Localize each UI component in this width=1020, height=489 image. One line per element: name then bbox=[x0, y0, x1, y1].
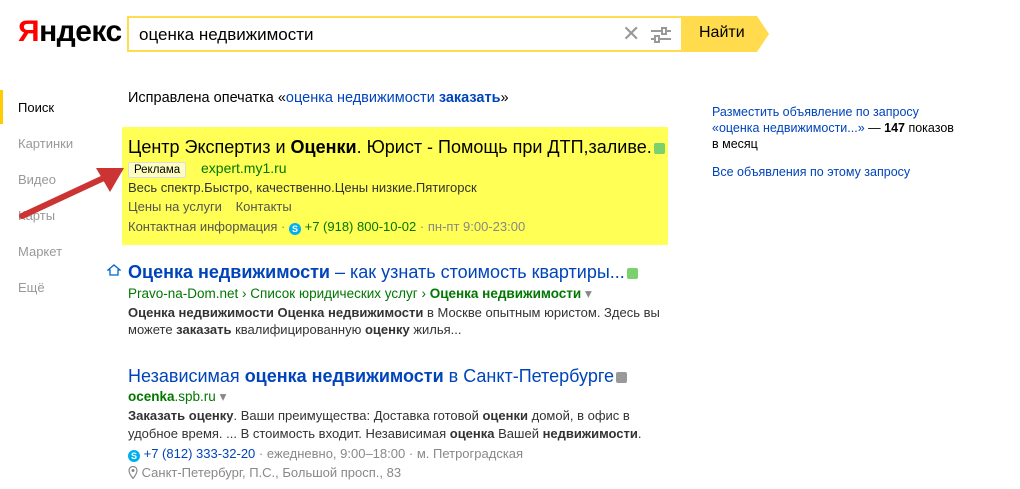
sitelink-prices[interactable]: Цены на услуги bbox=[128, 199, 222, 214]
ad-title-b: Оценки bbox=[290, 137, 357, 157]
ad-title-link[interactable]: Центр Экспертиз и Оценки. Юрист - Помощь… bbox=[128, 137, 665, 158]
separator-dot: · bbox=[281, 219, 286, 234]
result1-domain[interactable]: Pravo-na-Dom.net bbox=[128, 286, 238, 301]
result2-title-link[interactable]: Независимая оценка недвижимости в Санкт-… bbox=[128, 366, 628, 387]
corrected-query-bold: заказать bbox=[438, 90, 501, 106]
result1-title-b: – как узнать стоимость квартиры... bbox=[329, 262, 625, 282]
result2-hours: ежедневно, 9:00–18:00 bbox=[266, 446, 406, 461]
snippet-bold: оценки bbox=[482, 408, 528, 423]
typo-correction: Исправлена опечатка «оценка недвижимости… bbox=[128, 90, 509, 106]
result1-snippet-bold: Оценка недвижимости Оценка недвижимости bbox=[128, 305, 424, 320]
corrected-query-link[interactable]: оценка недвижимости заказать bbox=[286, 90, 501, 106]
result2-title-b: оценка недвижимости bbox=[244, 366, 444, 386]
result2-snippet-line1: Заказать оценку. Ваши преимущества: Дост… bbox=[128, 408, 630, 423]
result1-title-a: Оценка недвижимости bbox=[128, 262, 330, 282]
result2-contacts-row: S +7 (812) 333-32-20 · ежедневно, 9:00–1… bbox=[128, 446, 523, 462]
result2-title-c: в Санкт-Петербурге bbox=[443, 366, 615, 386]
correction-suffix: » bbox=[500, 90, 509, 106]
ad-badge: Реклама bbox=[128, 162, 187, 178]
ad-url[interactable]: expert.my1.ru bbox=[201, 160, 287, 176]
result2-snippet-line2: удобное время. ... В стоимость входит. Н… bbox=[128, 426, 642, 441]
snippet-bold: оценку bbox=[364, 322, 410, 337]
ad-contacts-row: Контактная информация · S +7 (918) 800-1… bbox=[128, 219, 525, 235]
ad-contact-info[interactable]: Контактная информация bbox=[128, 219, 277, 234]
impressions-count: 147 bbox=[884, 121, 905, 135]
result2-domain-bold[interactable]: ocenka bbox=[128, 389, 175, 404]
snippet-text: квалифицированную bbox=[231, 322, 365, 337]
path-separator: › bbox=[238, 286, 251, 301]
result1-snippet-text: в Москве опытным юристом. Здесь вы bbox=[423, 305, 660, 320]
ad-phone[interactable]: +7 (918) 800-10-02 bbox=[305, 219, 417, 234]
favicon-icon bbox=[616, 371, 628, 383]
active-tab-indicator bbox=[0, 90, 3, 124]
separator-dot: · bbox=[258, 446, 264, 461]
place-ad-link[interactable]: Разместить объявление по запросу bbox=[712, 104, 972, 120]
yandex-logo[interactable]: Яндекс bbox=[18, 14, 122, 50]
result2-metro: м. Петроградская bbox=[416, 446, 524, 461]
snippet-text: . Ваши преимущества: Доставка готовой bbox=[233, 408, 483, 423]
sitelink-contacts[interactable]: Контакты bbox=[236, 199, 292, 214]
home-icon bbox=[107, 264, 121, 276]
red-arrow-annotation bbox=[19, 168, 124, 219]
favicon-icon bbox=[653, 142, 665, 154]
ad-sitelinks: Цены на услуги Контакты bbox=[128, 199, 292, 214]
result2-path: ocenka.spb.ru ▾ bbox=[128, 389, 226, 405]
nav-item-more[interactable]: Ещё bbox=[18, 280, 45, 295]
result1-title-link[interactable]: Оценка недвижимости – как узнать стоимос… bbox=[128, 262, 638, 283]
snippet-bold: оценка bbox=[449, 426, 495, 441]
ad-title-a: Центр Экспертиз и bbox=[128, 137, 291, 157]
result2-title-a: Независимая bbox=[128, 366, 245, 386]
snippet-text: . bbox=[637, 426, 642, 441]
result1-snippet-line1: Оценка недвижимости Оценка недвижимости … bbox=[128, 305, 660, 320]
nav-item-market[interactable]: Маркет bbox=[18, 244, 62, 259]
path-separator: › bbox=[417, 286, 430, 301]
ad-hours: пн-пт 9:00-23:00 bbox=[427, 219, 526, 234]
result2-domain-rest[interactable]: .spb.ru bbox=[175, 389, 216, 404]
find-button-label: Найти bbox=[699, 24, 745, 41]
result2-address-row: Санкт-Петербург, П.С., Большой просп., 8… bbox=[128, 465, 401, 480]
chevron-down-icon[interactable]: ▾ bbox=[581, 286, 592, 301]
logo-first-letter: Я bbox=[18, 15, 40, 48]
snippet-text: домой, в офис в bbox=[528, 408, 630, 423]
place-ad-query[interactable]: «оценка недвижимости...» bbox=[712, 121, 865, 135]
chevron-down-icon[interactable]: ▾ bbox=[216, 389, 227, 404]
snippet-bold: заказать bbox=[176, 322, 232, 337]
separator-dot: · bbox=[419, 219, 425, 234]
skype-icon: S bbox=[128, 450, 140, 462]
find-button[interactable]: Найти bbox=[683, 16, 769, 52]
snippet-text: жилья... bbox=[409, 322, 462, 337]
search-input[interactable]: оценка недвижимости bbox=[139, 25, 314, 45]
close-icon[interactable]: ✕ bbox=[622, 22, 640, 46]
correction-prefix: Исправлена опечатка « bbox=[128, 90, 286, 106]
result2-address[interactable]: Санкт-Петербург, П.С., Большой просп., 8… bbox=[142, 465, 401, 480]
result1-path: Pravo-na-Dom.net › Список юридических ус… bbox=[128, 286, 592, 302]
snippet-bold: Заказать оценку bbox=[128, 408, 234, 423]
impressions-label: показов bbox=[904, 121, 954, 135]
dash: — bbox=[864, 121, 885, 135]
place-ad-line2: «оценка недвижимости...» — 147 показов bbox=[712, 120, 972, 136]
snippet-text: можете bbox=[128, 322, 177, 337]
snippet-text: удобное время. ... В стоимость входит. Н… bbox=[128, 426, 450, 441]
map-pin-icon bbox=[128, 465, 138, 480]
snippet-text: Вашей bbox=[494, 426, 543, 441]
corrected-query: оценка недвижимости bbox=[285, 90, 435, 106]
ad-description: Весь спектр.Быстро, качественно.Цены низ… bbox=[128, 180, 477, 195]
result2-phone[interactable]: +7 (812) 333-32-20 bbox=[144, 446, 256, 461]
all-ads-link[interactable]: Все объявления по этому запросу bbox=[712, 164, 972, 180]
separator-dot: · bbox=[408, 446, 414, 461]
nav-item-images[interactable]: Картинки bbox=[18, 136, 73, 151]
favicon-icon bbox=[626, 267, 638, 279]
result1-snippet-line2: можете заказать квалифицированную оценку… bbox=[128, 322, 462, 337]
per-month-label: в месяц bbox=[712, 137, 758, 151]
skype-icon: S bbox=[288, 223, 301, 235]
logo-rest: ндекс bbox=[39, 15, 122, 48]
nav-item-search[interactable]: Поиск bbox=[18, 100, 54, 115]
result1-crumb1[interactable]: Список юридических услуг bbox=[250, 286, 417, 301]
right-ad-panel: Разместить объявление по запросу «оценка… bbox=[712, 104, 972, 180]
search-field[interactable]: оценка недвижимости ✕ bbox=[127, 16, 683, 52]
filter-settings-icon[interactable] bbox=[649, 24, 673, 46]
ad-title-c: . Юрист - Помощь при ДТП,заливе. bbox=[356, 137, 652, 157]
result1-crumb2[interactable]: Оценка недвижимости bbox=[430, 286, 581, 301]
snippet-bold: недвижимости bbox=[542, 426, 638, 441]
